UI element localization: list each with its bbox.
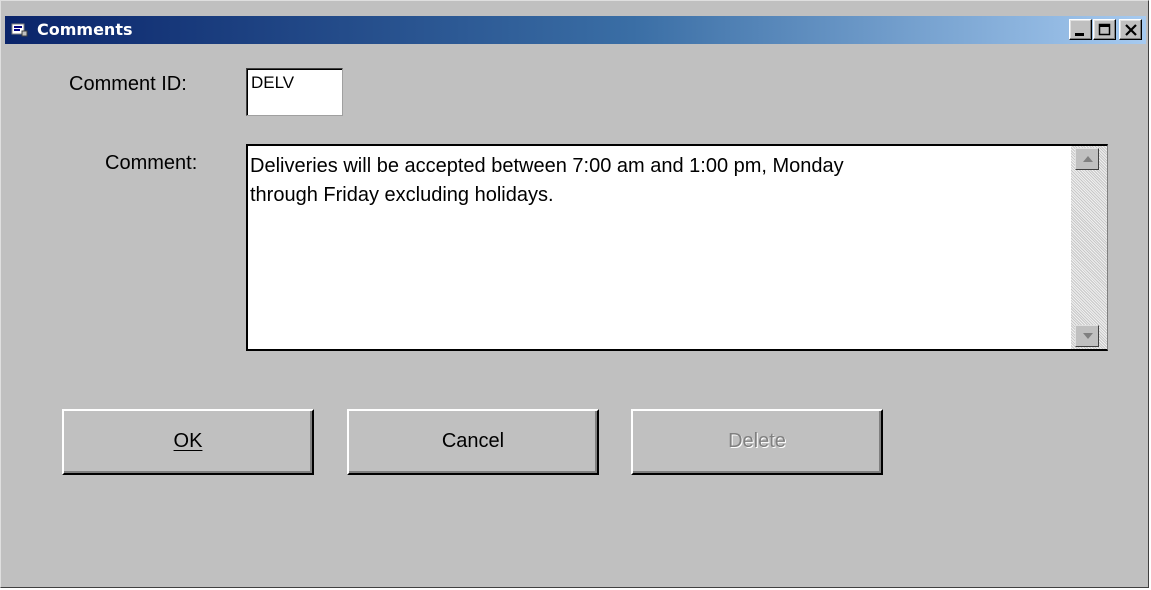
window-title: Comments <box>37 20 133 39</box>
scroll-down-button[interactable] <box>1075 325 1099 347</box>
ok-button[interactable]: OK <box>62 409 314 475</box>
minimize-button[interactable] <box>1069 19 1092 40</box>
maximize-button[interactable] <box>1093 19 1116 40</box>
close-button[interactable] <box>1119 19 1142 40</box>
ok-button-label: OK <box>173 430 203 452</box>
comment-id-value: DELV <box>251 73 295 92</box>
delete-button[interactable]: Delete <box>631 409 883 475</box>
delete-button-label: Delete <box>728 430 786 452</box>
comment-id-label: Comment ID: <box>69 73 187 95</box>
comment-label: Comment: <box>105 152 198 174</box>
title-bar[interactable]: Comments <box>5 16 1146 44</box>
comment-line-1: Deliveries will be accepted between 7:00… <box>250 155 844 177</box>
comment-id-field[interactable]: DELV <box>246 68 343 116</box>
cancel-button[interactable]: Cancel <box>347 409 599 475</box>
comment-textarea[interactable]: Deliveries will be accepted between 7:00… <box>246 144 1108 351</box>
cancel-button-label: Cancel <box>441 430 505 452</box>
comments-window: Comments Comment ID: DELV Comment: Deliv… <box>0 0 1149 588</box>
app-icon <box>11 22 29 38</box>
vertical-scrollbar[interactable] <box>1071 146 1107 349</box>
comment-line-2: through Friday excluding holidays. <box>250 184 554 206</box>
scroll-up-button[interactable] <box>1075 148 1099 170</box>
comment-text: Deliveries will be accepted between 7:00… <box>250 152 1068 210</box>
